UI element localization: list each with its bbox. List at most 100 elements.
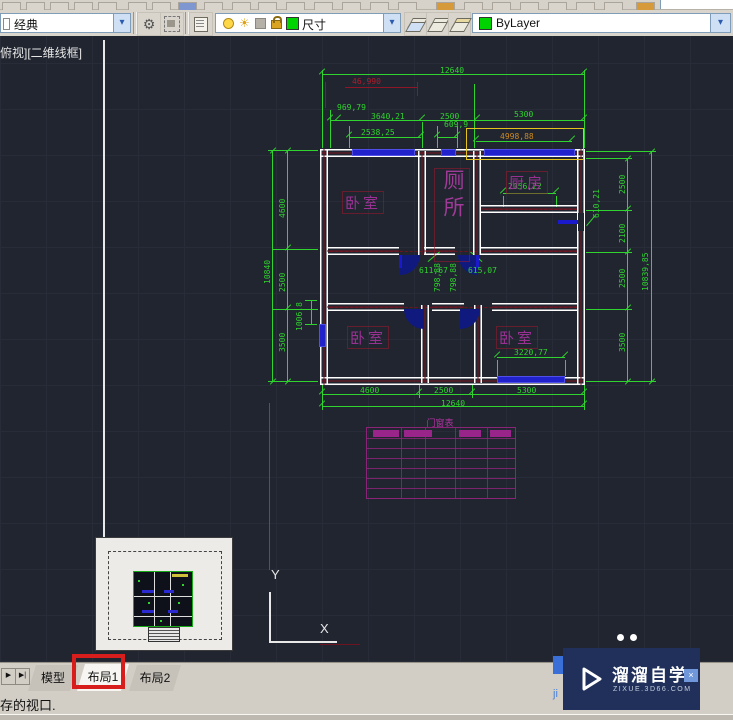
workspace-dropdown-arrow[interactable]: ▾ bbox=[113, 13, 131, 33]
wall bbox=[473, 151, 481, 255]
dim-text: 3500 bbox=[278, 332, 287, 352]
room-label: 卧室 bbox=[496, 326, 539, 349]
red-dim-text: 46,990 bbox=[352, 77, 381, 86]
dim-text: 10839,85 bbox=[641, 252, 650, 291]
mini-dim bbox=[182, 584, 184, 586]
room-label: 厨房 bbox=[506, 171, 549, 194]
status-strip bbox=[0, 714, 733, 720]
table-header-cell bbox=[373, 430, 399, 437]
layout-preview-window[interactable] bbox=[95, 537, 233, 651]
ext-line bbox=[311, 300, 312, 325]
ext-line bbox=[437, 126, 438, 148]
dim-text: 2100 bbox=[618, 223, 627, 243]
mini-highlight bbox=[172, 574, 188, 577]
ext-line bbox=[349, 126, 350, 148]
tab-nav-next-button[interactable]: ▶| bbox=[15, 668, 30, 685]
color-value: ByLayer bbox=[496, 16, 541, 30]
top-dropdown-cropped[interactable] bbox=[660, 0, 733, 9]
tab-model[interactable]: 模型 bbox=[28, 665, 78, 691]
mini-wall bbox=[134, 616, 192, 617]
dim-text: 2500 bbox=[618, 174, 627, 194]
mini-wall bbox=[170, 572, 171, 626]
ext-line bbox=[586, 158, 632, 159]
ext-line bbox=[586, 252, 632, 253]
table-line bbox=[367, 478, 515, 479]
mini-floorplan bbox=[133, 571, 193, 627]
table-line bbox=[367, 448, 515, 449]
layer-previous-icon[interactable] bbox=[426, 12, 450, 36]
close-icon[interactable]: × bbox=[684, 669, 698, 682]
dim-text: 3640,21 bbox=[371, 112, 405, 121]
sheet-line bbox=[196, 20, 204, 21]
ext-line bbox=[422, 122, 423, 148]
mini-window bbox=[168, 610, 178, 613]
wall bbox=[327, 247, 399, 255]
ext-line bbox=[268, 150, 318, 151]
wall bbox=[320, 149, 328, 385]
tab-layout2[interactable]: 布局2 bbox=[129, 665, 181, 691]
play-icon bbox=[582, 667, 602, 691]
dim-text: 798,88 bbox=[449, 263, 458, 292]
dim-line bbox=[272, 150, 273, 382]
color-dropdown-arrow[interactable]: ▾ bbox=[710, 13, 731, 33]
layer-properties-icon[interactable] bbox=[189, 12, 213, 36]
wall bbox=[481, 205, 577, 213]
table-line bbox=[487, 428, 488, 498]
tab-nav-prev-button[interactable]: ▶ bbox=[1, 668, 16, 685]
dim-line bbox=[497, 357, 565, 358]
mini-dim bbox=[148, 602, 150, 604]
layer-plot-icon[interactable] bbox=[255, 18, 266, 29]
layer-states-icon[interactable] bbox=[448, 12, 472, 36]
door-opening bbox=[578, 213, 584, 231]
door-leaf bbox=[399, 255, 402, 268]
mini-wall bbox=[154, 572, 155, 626]
viewport-boundary-line bbox=[269, 403, 270, 570]
viewport-label[interactable]: 俯视][二维线框] bbox=[0, 44, 82, 61]
named-view-icon[interactable] bbox=[160, 12, 184, 36]
red-dim-line bbox=[345, 87, 417, 88]
dim-line bbox=[651, 151, 652, 382]
layer-lock-icon[interactable] bbox=[271, 16, 282, 29]
ucs-x-axis bbox=[269, 641, 337, 643]
wall bbox=[577, 149, 585, 385]
ext-line bbox=[322, 70, 323, 148]
layer-thaw-sun-icon[interactable]: ☀ bbox=[239, 17, 250, 29]
dim-text: 2500 bbox=[278, 272, 287, 292]
color-combo[interactable]: ByLayer bbox=[472, 13, 711, 33]
layer-name: 尺寸 bbox=[302, 18, 327, 32]
table-line bbox=[401, 428, 402, 498]
dim-text: 12640 bbox=[440, 66, 465, 75]
workspace-combo[interactable]: 经典 bbox=[0, 13, 114, 33]
ext-line bbox=[586, 381, 656, 382]
dim-text: 4600 bbox=[278, 198, 287, 218]
dim-text: 3220,77 bbox=[514, 348, 548, 357]
ext-line bbox=[330, 110, 331, 148]
make-layer-current-icon[interactable] bbox=[404, 12, 428, 36]
wall bbox=[492, 303, 577, 311]
mini-window bbox=[164, 590, 174, 593]
mini-window bbox=[142, 590, 154, 593]
red-dim-ext bbox=[325, 82, 326, 108]
mini-schedule-table bbox=[148, 627, 180, 642]
window bbox=[484, 149, 575, 156]
toolbar-row-cropped bbox=[0, 0, 733, 11]
table-line bbox=[455, 428, 456, 498]
dim-text: 1006,8 bbox=[295, 302, 304, 331]
ucs-x-label: X bbox=[320, 621, 329, 636]
ext-line bbox=[268, 381, 318, 382]
layer-dropdown-arrow[interactable]: ▾ bbox=[383, 13, 401, 33]
red-axis-line bbox=[320, 644, 360, 645]
gear-icon[interactable]: ⚙ bbox=[137, 12, 161, 36]
dim-text: 615,07 bbox=[468, 266, 497, 275]
red-dim-ext bbox=[417, 82, 418, 96]
ext-line bbox=[273, 249, 318, 250]
dim-text: 2538,25 bbox=[361, 128, 395, 137]
layer-combo[interactable]: ☀ 尺寸 bbox=[215, 13, 384, 33]
ext-line bbox=[472, 384, 473, 398]
ext-line bbox=[305, 324, 317, 325]
wall bbox=[481, 247, 577, 255]
layer-on-bulb-icon[interactable] bbox=[223, 18, 234, 29]
table-line bbox=[425, 428, 426, 498]
room-label: 卧室 bbox=[342, 191, 385, 214]
ext-line bbox=[457, 126, 458, 148]
